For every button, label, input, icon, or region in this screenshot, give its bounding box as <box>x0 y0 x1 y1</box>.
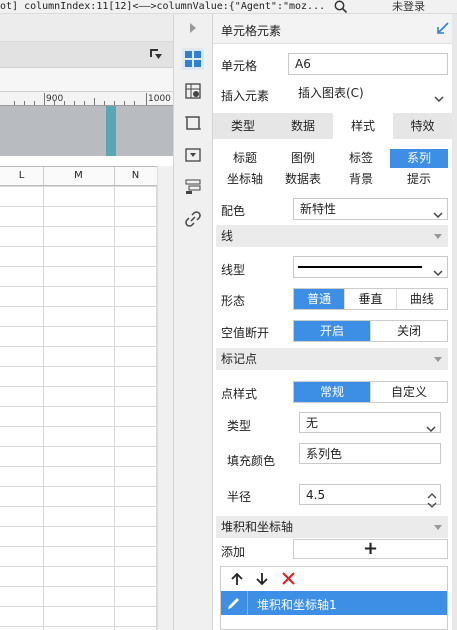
collapse-icon <box>434 525 442 530</box>
shape-label: 形态 <box>221 294 246 308</box>
marker-style-normal-option[interactable]: 常规 <box>294 382 371 402</box>
panel-header: 单元格元素 <box>213 14 457 44</box>
marker-style-segmented-control: 常规 自定义 <box>293 381 448 403</box>
chevron-down-icon <box>426 419 436 439</box>
sheet-gap <box>0 156 173 166</box>
ruler: 900 1000 <box>0 92 173 106</box>
marker-style-label: 点样式 <box>221 387 258 401</box>
null-break-on-option[interactable]: 开启 <box>294 321 371 341</box>
cell-label: 单元格 <box>221 59 258 73</box>
subtab-background[interactable]: 背景 <box>332 170 390 189</box>
subtab-datatable[interactable]: 数据表 <box>274 170 332 189</box>
marker-type-value: 无 <box>306 416 319 430</box>
subtab-axis[interactable]: 坐标轴 <box>216 170 274 189</box>
subtab-label[interactable]: 标签 <box>332 149 390 168</box>
marker-type-select[interactable]: 无 <box>299 412 441 433</box>
radius-spinner[interactable]: 4.5 <box>299 484 441 508</box>
add-label: 添加 <box>221 545 246 559</box>
line-type-label: 线型 <box>221 263 246 277</box>
null-break-label: 空值断开 <box>221 326 270 340</box>
top-status-bar: ot] columnIndex:11[12]<——>columnValue:{"… <box>0 0 457 14</box>
dropdown-widget-icon[interactable] <box>182 144 204 166</box>
tab-style[interactable]: 样式 <box>333 113 393 139</box>
chevron-down-icon <box>433 205 443 225</box>
marker-section-title: 标记点 <box>221 352 258 366</box>
insert-element-label: 插入元素 <box>221 89 270 103</box>
subtab-series[interactable]: 系列 <box>390 149 448 168</box>
hyperlink-icon[interactable] <box>182 208 204 230</box>
marker-type-label: 类型 <box>227 419 252 433</box>
insert-element-select[interactable]: 插入图表(C) <box>292 83 448 105</box>
chevron-down-icon <box>433 263 443 283</box>
panel-title: 单元格元素 <box>221 24 282 38</box>
add-button[interactable]: + <box>293 539 448 559</box>
code-preview-text: ot] columnIndex:11[12]<——>columnValue:{"… <box>0 1 326 12</box>
sheet-scrollbar[interactable] <box>157 166 173 630</box>
subtab-legend[interactable]: 图例 <box>274 149 332 168</box>
null-break-segmented-control: 开启 关闭 <box>293 320 448 342</box>
shape-normal-option[interactable]: 普通 <box>294 289 346 309</box>
sheet-grid[interactable] <box>0 186 157 630</box>
cell-input[interactable]: A6 <box>288 53 448 75</box>
subtab-tooltip[interactable]: 提示 <box>390 170 448 189</box>
chevron-down-icon <box>434 89 444 109</box>
spinner-down-icon[interactable] <box>427 495 437 515</box>
line-section-title: 线 <box>221 229 234 243</box>
sheet-tab-strip <box>0 14 173 42</box>
tab-data[interactable]: 数据 <box>273 113 333 139</box>
null-break-off-option[interactable]: 关闭 <box>371 321 447 341</box>
line-section-header[interactable]: 线 <box>216 225 448 247</box>
panel-scrollbar[interactable] <box>452 14 457 630</box>
insert-element-value: 插入图表(C) <box>298 86 364 100</box>
stack-axis-list: 堆积和坐标轴1 <box>220 566 448 630</box>
shape-segmented-control: 普通 垂直 曲线 <box>293 288 448 310</box>
stack-axis-section-title: 堆积和坐标轴 <box>221 520 294 534</box>
column-header-l[interactable]: L <box>0 167 44 185</box>
edit-corner-icon[interactable] <box>437 22 449 37</box>
condition-attribute-icon[interactable] <box>182 176 204 198</box>
delete-icon[interactable] <box>282 572 295 588</box>
sheet-formula-strip <box>0 68 173 92</box>
ruler-marker[interactable] <box>106 106 116 156</box>
fill-color-label: 填充颜色 <box>227 454 276 468</box>
marker-style-custom-option[interactable]: 自定义 <box>371 382 447 402</box>
list-item[interactable]: 堆积和坐标轴1 <box>221 591 447 615</box>
sheet-toolbar <box>0 42 173 68</box>
search-icon[interactable] <box>334 0 348 13</box>
marker-section-header[interactable]: 标记点 <box>216 348 448 370</box>
cell-element-icon[interactable] <box>182 48 204 70</box>
collapse-arrow-icon[interactable] <box>182 17 204 39</box>
move-down-icon[interactable] <box>256 572 268 589</box>
pencil-icon[interactable] <box>221 591 248 615</box>
color-scheme-value: 新特性 <box>300 202 337 216</box>
list-item-label: 堆积和坐标轴1 <box>257 598 337 612</box>
column-header-n[interactable]: N <box>114 167 158 185</box>
shape-vertical-option[interactable]: 垂直 <box>345 289 397 309</box>
login-status[interactable]: 未登录 <box>392 0 425 13</box>
collapse-icon <box>434 357 442 362</box>
fill-color-select[interactable]: 系列色 <box>299 443 441 464</box>
line-type-select[interactable] <box>293 256 448 278</box>
color-scheme-select[interactable]: 新特性 <box>293 198 448 220</box>
tab-type[interactable]: 类型 <box>213 113 273 139</box>
column-header: L M N <box>0 166 158 186</box>
widget-frame-icon[interactable] <box>182 112 204 134</box>
color-scheme-label: 配色 <box>221 204 246 218</box>
tab-effects[interactable]: 特效 <box>393 113 452 139</box>
side-toolbar <box>173 14 213 630</box>
move-up-icon[interactable] <box>231 572 243 589</box>
shape-curve-option[interactable]: 曲线 <box>396 289 447 309</box>
cell-attribute-icon[interactable] <box>182 80 204 102</box>
subtab-title[interactable]: 标题 <box>216 149 274 168</box>
main-tabs: 类型 数据 样式 特效 <box>213 113 452 139</box>
ruler-label: 1000 <box>148 94 171 104</box>
radius-value: 4.5 <box>306 488 326 502</box>
solid-line-preview <box>298 266 422 268</box>
radius-label: 半径 <box>227 490 252 504</box>
stack-axis-section-header[interactable]: 堆积和坐标轴 <box>216 516 448 538</box>
collapse-icon <box>434 234 442 239</box>
column-header-m[interactable]: M <box>43 167 115 185</box>
pin-icon[interactable] <box>149 48 163 63</box>
